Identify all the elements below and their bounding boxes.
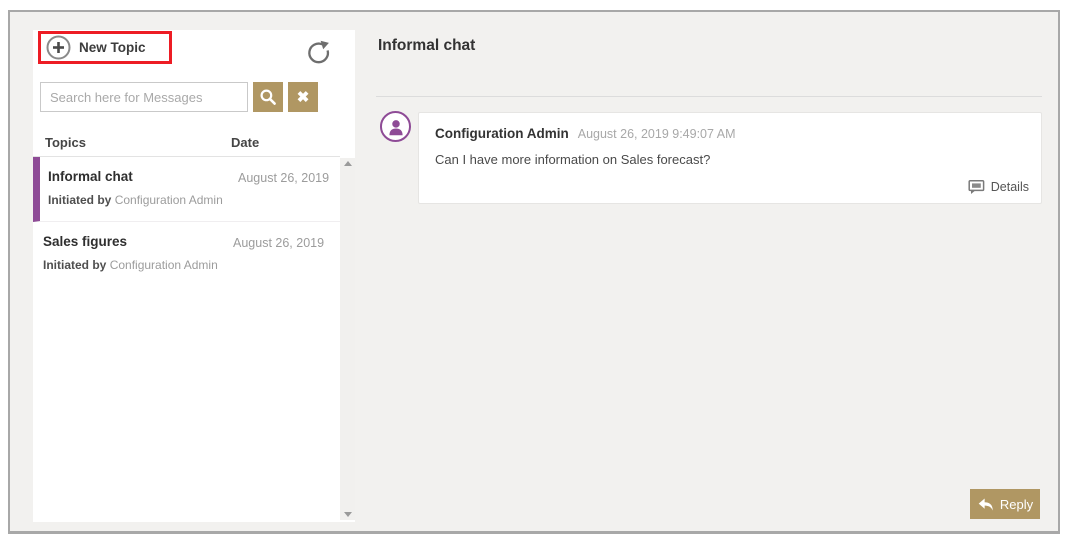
- search-row: ✖: [40, 82, 318, 112]
- scroll-down-icon[interactable]: [344, 512, 352, 517]
- topics-sidebar: New Topic ✖: [33, 30, 355, 522]
- topic-row-informal-chat[interactable]: Informal chat Initiated by Configuration…: [33, 157, 340, 222]
- speech-bubble-icon: [968, 179, 985, 195]
- date-column-header: Date: [231, 135, 259, 150]
- message-text: Can I have more information on Sales for…: [435, 152, 1027, 167]
- search-button[interactable]: [253, 82, 283, 112]
- person-icon: [385, 116, 407, 138]
- reply-label: Reply: [1000, 497, 1033, 512]
- divider: [376, 96, 1042, 97]
- message-header: Configuration Admin August 26, 2019 9:49…: [435, 126, 1027, 141]
- avatar: [380, 111, 411, 142]
- topics-column-header: Topics: [33, 135, 231, 150]
- search-input[interactable]: [40, 82, 248, 112]
- topic-title: Informal chat: [48, 167, 238, 184]
- new-topic-label: New Topic: [79, 40, 146, 55]
- reply-arrow-icon: [977, 497, 994, 512]
- topic-main: Sales figures Initiated by Configuration…: [43, 232, 233, 272]
- message-timestamp: August 26, 2019 9:49:07 AM: [578, 127, 736, 141]
- refresh-button[interactable]: [305, 39, 333, 67]
- clear-search-button[interactable]: ✖: [288, 82, 318, 112]
- message-card: Configuration Admin August 26, 2019 9:49…: [418, 112, 1042, 204]
- messages-window: New Topic ✖: [8, 10, 1060, 534]
- topic-main: Informal chat Initiated by Configuration…: [48, 167, 238, 207]
- message-author: Configuration Admin: [435, 126, 569, 141]
- topic-initiated-by: Initiated by Configuration Admin: [48, 193, 238, 207]
- topic-initiated-by: Initiated by Configuration Admin: [43, 258, 233, 272]
- refresh-icon: [305, 55, 333, 70]
- new-topic-button[interactable]: New Topic: [41, 35, 146, 60]
- plus-circle-icon: [46, 35, 71, 60]
- topic-date: August 26, 2019: [238, 167, 333, 207]
- details-label: Details: [991, 180, 1029, 194]
- close-icon: ✖: [297, 90, 310, 105]
- search-icon: [259, 88, 277, 106]
- topic-row-sales-figures[interactable]: Sales figures Initiated by Configuration…: [33, 222, 340, 286]
- topics-scrollbar[interactable]: [340, 158, 355, 520]
- topics-list-header: Topics Date: [33, 128, 340, 157]
- annotation-highlight-box: New Topic: [38, 31, 172, 64]
- details-button[interactable]: Details: [968, 179, 1029, 195]
- reply-button[interactable]: Reply: [970, 489, 1040, 519]
- topics-list: Informal chat Initiated by Configuration…: [33, 157, 340, 286]
- conversation-title: Informal chat: [378, 37, 475, 55]
- topic-title: Sales figures: [43, 232, 233, 249]
- topic-date: August 26, 2019: [233, 232, 328, 272]
- scroll-up-icon[interactable]: [344, 161, 352, 166]
